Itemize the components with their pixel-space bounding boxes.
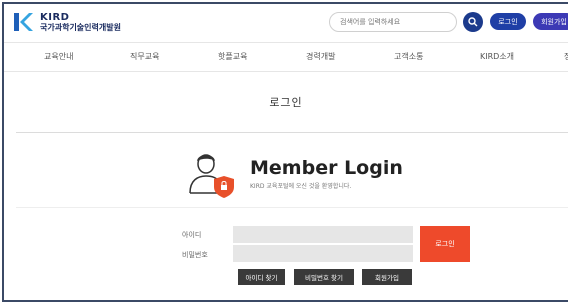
logo-text-ko: 국가과학기술인력개발원 [40, 22, 121, 32]
id-label: 아이디 [182, 231, 202, 239]
search-icon [468, 17, 478, 27]
panel-divider [16, 207, 568, 208]
page-title: 로그인 [269, 96, 303, 109]
login-submit-button[interactable]: 로그인 [420, 226, 470, 262]
nav-item-about[interactable]: KIRD소개 [480, 43, 514, 71]
nav-item-customer[interactable]: 고객소통 [394, 43, 423, 71]
kird-logo[interactable]: KIRD 국가과학기술인력개발원 [12, 11, 121, 33]
person-shield-icon [189, 154, 234, 198]
id-field[interactable] [233, 226, 413, 243]
nav-item-job-training[interactable]: 직무교육 [130, 43, 159, 71]
header-login-button[interactable]: 로그인 [490, 13, 526, 30]
nav-item-hot-training[interactable]: 핫플교육 [218, 43, 247, 71]
browser-frame: KIRD 국가과학기술인력개발원 로그인 회원가입 교육안내 직무교육 핫플교육… [2, 2, 568, 302]
signup-button[interactable]: 회원가입 [362, 269, 412, 285]
find-id-button[interactable]: 아이디 찾기 [238, 269, 285, 285]
login-heading: Member Login [250, 156, 403, 179]
login-subheading: KIRD 교육포털에 오신 것을 환영합니다. [250, 182, 352, 190]
nav-item-cutoff[interactable]: 정 [564, 43, 568, 71]
login-title-row: Member Login KIRD 교육포털에 오신 것을 환영합니다. [184, 149, 403, 199]
kird-logo-icon [14, 13, 33, 31]
header-join-button[interactable]: 회원가입 [533, 13, 568, 30]
nav-item-career[interactable]: 경력개발 [306, 43, 335, 71]
logo-text-en: KIRD [40, 11, 70, 23]
search-button[interactable] [463, 12, 483, 32]
login-panel: Member Login KIRD 교육포털에 오신 것을 환영합니다. 아이디… [16, 132, 568, 300]
find-password-button[interactable]: 비밀번호 찾기 [294, 269, 354, 285]
search-input[interactable] [329, 12, 457, 32]
password-field[interactable] [233, 245, 413, 262]
password-label: 비밀번호 [182, 251, 208, 259]
main-nav: 교육안내 직무교육 핫플교육 경력개발 고객소통 KIRD소개 정 [4, 42, 568, 72]
nav-item-education-info[interactable]: 교육안내 [44, 43, 73, 71]
